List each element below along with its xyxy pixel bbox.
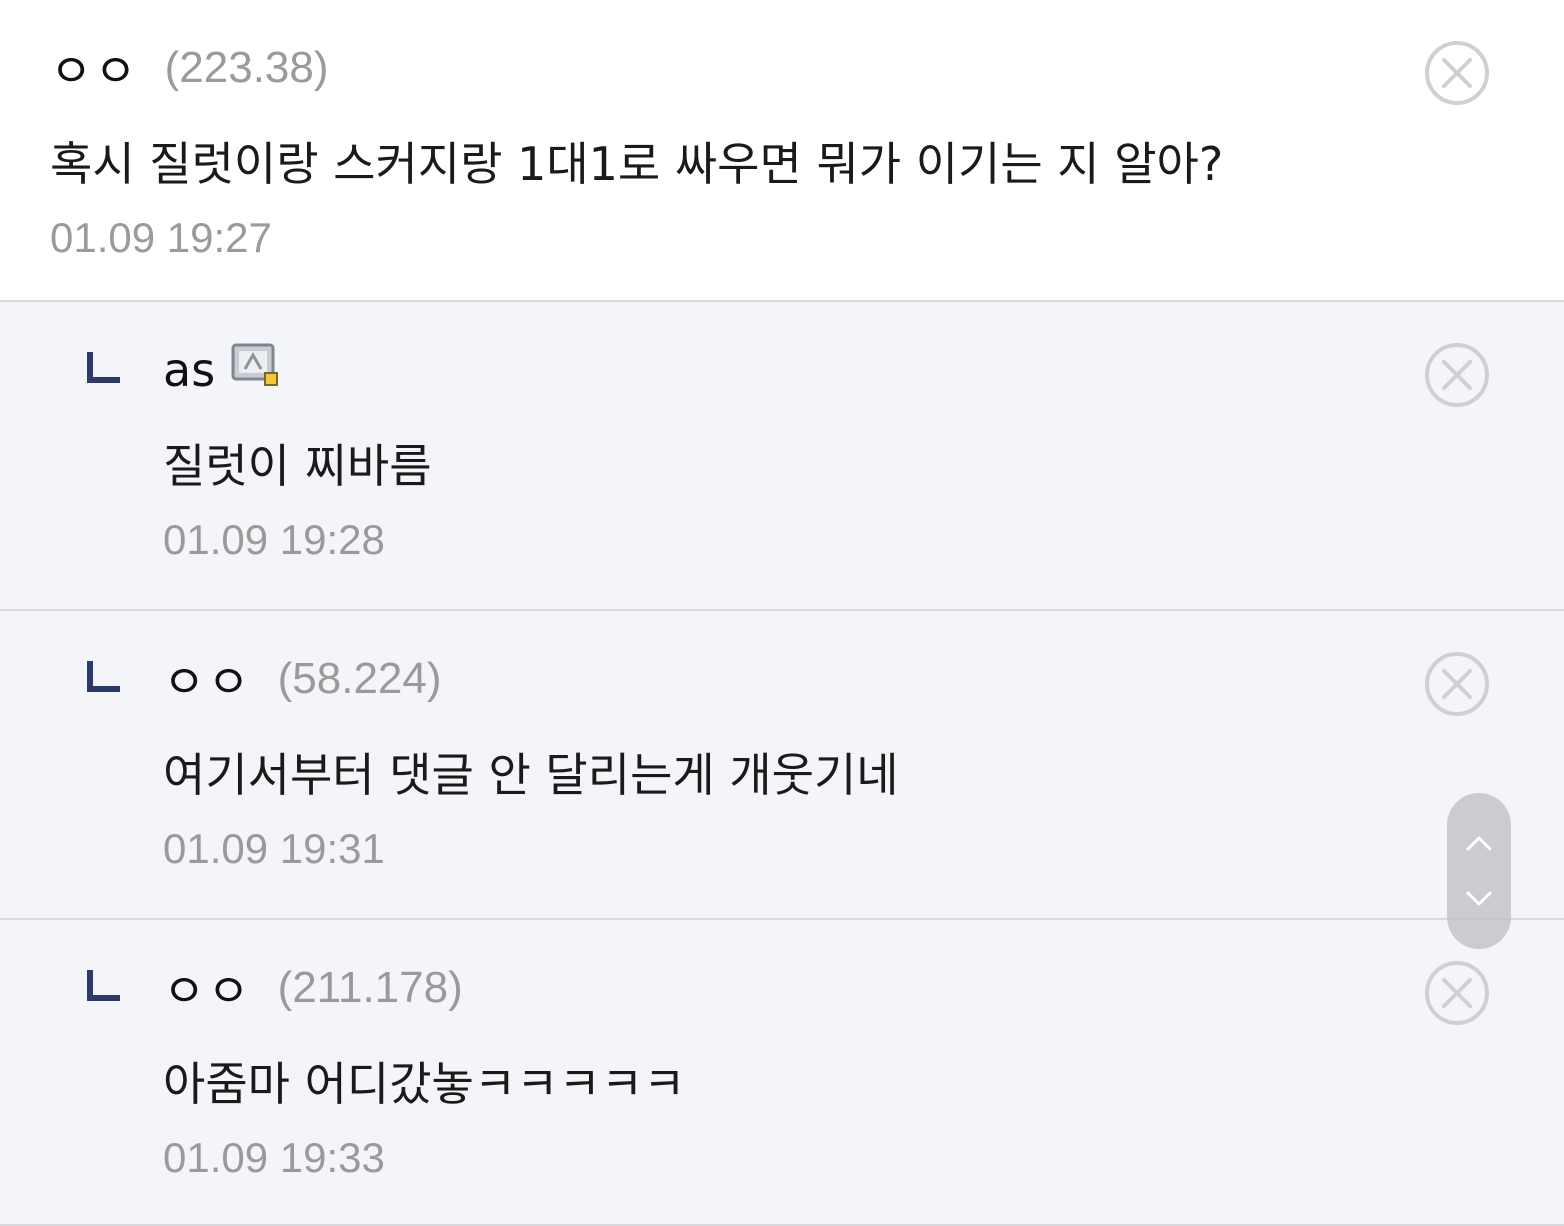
- delete-reply-button[interactable]: [1424, 342, 1490, 408]
- reply-item: as 질럿이 찌바름 01.09 19:28: [0, 302, 1564, 611]
- reply-timestamp: 01.09 19:31: [163, 825, 385, 872]
- reply-header: ㅇㅇ (211.178): [163, 958, 463, 1018]
- delete-reply-button[interactable]: [1424, 651, 1490, 717]
- reply-ip: (211.178): [277, 963, 463, 1012]
- reply-header: ㅇㅇ (58.224): [163, 649, 442, 709]
- reply-nickname[interactable]: ㅇㅇ: [163, 646, 252, 712]
- comment-item: ㅇㅇ (223.38) 혹시 질럿이랑 스커지랑 1대1로 싸우면 뭐가 이기는…: [0, 0, 1564, 302]
- delete-reply-button[interactable]: [1424, 960, 1490, 1026]
- reply-timestamp: 01.09 19:33: [163, 1134, 385, 1181]
- scroll-up-button[interactable]: [1447, 813, 1511, 873]
- close-circle-icon: [1425, 343, 1489, 407]
- chevron-up-icon: [1466, 836, 1492, 851]
- reply-arrow-icon: [87, 661, 120, 692]
- delete-comment-button[interactable]: [1424, 40, 1490, 106]
- reply-item: ㅇㅇ (58.224) 여기서부터 댓글 안 달리는게 개웃기네 01.09 1…: [0, 611, 1564, 920]
- comment-nickname[interactable]: ㅇㅇ: [50, 35, 139, 101]
- scroll-navigator: [1447, 793, 1511, 949]
- comment-header: ㅇㅇ (223.38): [50, 38, 329, 98]
- reply-ip: (58.224): [277, 654, 442, 703]
- comment-ip: (223.38): [164, 43, 329, 92]
- member-badge-icon: [231, 343, 281, 389]
- reply-text: 아줌마 어디갔놓ㅋㅋㅋㅋㅋ: [163, 1057, 686, 1111]
- comment-timestamp: 01.09 19:27: [50, 214, 272, 261]
- reply-item: ㅇㅇ (211.178) 아줌마 어디갔놓ㅋㅋㅋㅋㅋ 01.09 19:33: [0, 920, 1564, 1226]
- reply-nickname[interactable]: as: [163, 343, 215, 397]
- reply-timestamp: 01.09 19:28: [163, 516, 385, 563]
- close-circle-icon: [1425, 961, 1489, 1025]
- close-circle-icon: [1425, 652, 1489, 716]
- scroll-down-button[interactable]: [1447, 869, 1511, 929]
- reply-arrow-icon: [87, 970, 120, 1001]
- comment-text: 혹시 질럿이랑 스커지랑 1대1로 싸우면 뭐가 이기는 지 알아?: [50, 137, 1224, 191]
- chevron-down-icon: [1466, 891, 1492, 906]
- reply-text: 여기서부터 댓글 안 달리는게 개웃기네: [163, 748, 899, 802]
- close-circle-icon: [1425, 41, 1489, 105]
- reply-text: 질럿이 찌바름: [163, 439, 432, 493]
- reply-arrow-icon: [87, 352, 120, 383]
- reply-nickname[interactable]: ㅇㅇ: [163, 955, 252, 1021]
- reply-header: as: [163, 340, 281, 400]
